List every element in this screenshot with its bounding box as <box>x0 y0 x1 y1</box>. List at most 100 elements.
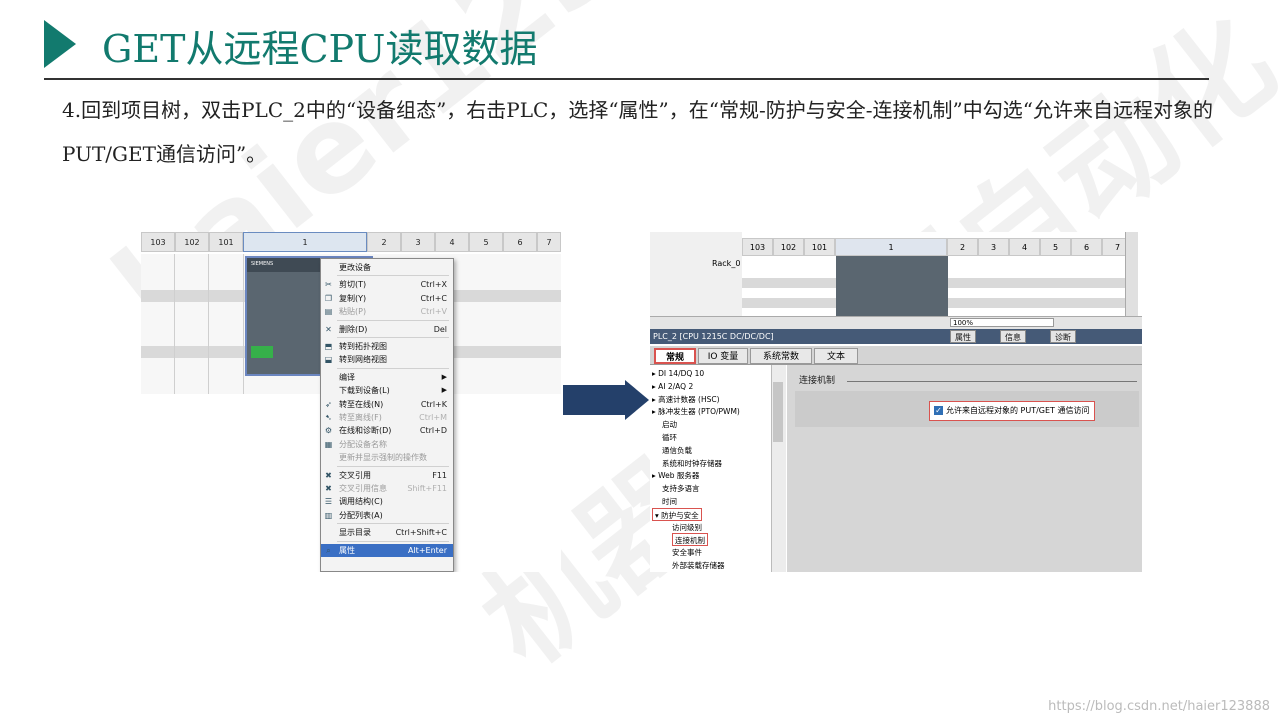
nav-item[interactable]: ▾ 防护与安全 <box>652 507 702 521</box>
menu-item[interactable]: ⬓ 转到网络视图 <box>321 353 453 366</box>
menu-item-shortcut: Ctrl+D <box>419 426 447 436</box>
nav-item[interactable]: 循环 <box>662 431 677 444</box>
topology-icon: ⬒ <box>324 342 333 351</box>
slot-header-103[interactable]: 103 <box>141 232 175 252</box>
device-view-margin <box>650 232 742 326</box>
menu-separator <box>337 540 449 542</box>
nav-item[interactable]: ▸ DI 14/DQ 10 <box>652 367 704 380</box>
tab-texts[interactable]: 文本 <box>814 348 858 364</box>
menu-item[interactable]: ☰ 调用结构(C) <box>321 495 453 508</box>
nav-item[interactable]: 时间 <box>662 495 677 508</box>
menu-item-shortcut: Ctrl+Shift+C <box>395 528 447 538</box>
slot-header-6[interactable]: 6 <box>503 232 537 252</box>
inspector-header: PLC_2 [CPU 1215C DC/DC/DC] 属性 信息 诊断 <box>650 329 1142 344</box>
scissors-icon: ✂ <box>325 280 332 290</box>
slot-header-103[interactable]: 103 <box>742 238 773 256</box>
nav-item[interactable]: 系统和时钟存储器 <box>662 457 722 470</box>
menu-item[interactable]: ✕ 删除(D) Del <box>321 323 453 336</box>
menu-item-label: 剪切(T) <box>339 280 367 290</box>
menu-item[interactable]: ❐ 复制(Y) Ctrl+C <box>321 292 453 305</box>
menu-item-label: 编译 <box>339 372 355 382</box>
menu-item[interactable]: 编译 ▶ <box>321 371 453 384</box>
nav-item[interactable]: 支持多语言 <box>662 482 700 495</box>
menu-item[interactable]: ✂ 剪切(T) Ctrl+X <box>321 278 453 291</box>
menu-item-label: 更新并显示强制的操作数 <box>339 453 427 463</box>
nav-item[interactable]: 外部装载存储器 <box>672 559 725 572</box>
rack-label: Rack_0 <box>712 259 741 268</box>
nav-item-label: AI 2/AQ 2 <box>658 381 694 391</box>
menu-item[interactable]: ✖ 交叉引用信息 Shift+F11 <box>321 482 453 495</box>
tab-general[interactable]: 常规 <box>654 348 696 364</box>
tab-system-constants[interactable]: 系统常数 <box>750 348 812 364</box>
tab-properties[interactable]: 属性 <box>950 330 976 343</box>
vertical-scrollbar[interactable] <box>1125 232 1138 316</box>
nav-item[interactable]: 连接机制 <box>672 533 708 547</box>
nav-item-label: 支持多语言 <box>662 484 700 494</box>
slot-header-6[interactable]: 6 <box>1071 238 1102 256</box>
menu-item[interactable]: ▦ 分配设备名称 <box>321 438 453 451</box>
rack-divider <box>174 254 175 394</box>
nav-item[interactable]: 访问级别 <box>672 521 702 534</box>
section-divider <box>847 381 1137 382</box>
menu-item[interactable]: ▥ 分配列表(A) <box>321 509 453 522</box>
menu-item[interactable]: ▤ 粘贴(P) Ctrl+V <box>321 305 453 318</box>
menu-item[interactable]: ⌕ 属性 Alt+Enter <box>321 543 453 557</box>
slot-header-2[interactable]: 2 <box>367 232 401 252</box>
tab-diagnostics[interactable]: 诊断 <box>1050 330 1076 343</box>
tab-io-tags[interactable]: IO 变量 <box>698 348 748 364</box>
nav-item[interactable]: ▸ AI 2/AQ 2 <box>652 380 693 393</box>
page-title: GET从远程CPU读取数据 <box>102 27 538 71</box>
menu-item[interactable]: 更新并显示强制的操作数 <box>321 451 453 464</box>
nav-item[interactable]: 安全事件 <box>672 546 702 559</box>
slot-header-102[interactable]: 102 <box>773 238 804 256</box>
menu-item-label: 分配设备名称 <box>339 439 387 449</box>
slot-header-row: 103 102 101 1 2 3 4 5 6 7 <box>141 232 561 254</box>
nav-item[interactable]: 启动 <box>662 418 677 431</box>
slot-header-2[interactable]: 2 <box>947 238 978 256</box>
slot-header-101[interactable]: 101 <box>804 238 835 256</box>
nav-item-label: Web 服务器 <box>658 471 700 481</box>
menu-item-shortcut: Ctrl+C <box>420 293 447 303</box>
menu-item[interactable]: 下载到设备(L) ▶ <box>321 384 453 397</box>
slot-header-5[interactable]: 5 <box>1040 238 1071 256</box>
slot-header-1[interactable]: 1 <box>835 238 947 256</box>
slot-header-7[interactable]: 7 <box>537 232 561 252</box>
slot-header-5[interactable]: 5 <box>469 232 503 252</box>
menu-item-label: 更改设备 <box>339 263 371 272</box>
menu-item-label: 交叉引用 <box>339 470 371 480</box>
cross-ref-info-icon: ✖ <box>325 484 332 493</box>
nav-item-label: 连接机制 <box>675 536 705 546</box>
properties-icon: ⌕ <box>326 545 331 555</box>
menu-item[interactable]: ➷ 转至离线(F) Ctrl+M <box>321 411 453 424</box>
tab-info[interactable]: 信息 <box>1000 330 1026 343</box>
zoom-select[interactable]: 100% <box>950 318 1054 327</box>
slot-header-101[interactable]: 101 <box>209 232 243 252</box>
slot-header-3[interactable]: 3 <box>978 238 1009 256</box>
menu-item[interactable]: ➶ 转至在线(N) Ctrl+K <box>321 398 453 411</box>
nav-scrollbar-thumb[interactable] <box>773 382 783 442</box>
menu-item[interactable]: 更改设备 <box>321 261 453 274</box>
slot-header-4[interactable]: 4 <box>1009 238 1040 256</box>
view-statusbar: 100% <box>650 316 1142 329</box>
nav-item[interactable]: 通信负载 <box>662 444 692 457</box>
left-screenshot: 103 102 101 1 2 3 4 5 6 7 SIEMENS 更改设备 ✂ 剪切(T) Ctrl+… <box>141 232 561 572</box>
nav-item[interactable]: ▸ 高速计数器 (HSC) <box>652 393 720 406</box>
menu-item-label: 在线和诊断(D) <box>339 426 392 436</box>
slot-header-3[interactable]: 3 <box>401 232 435 252</box>
properties-tabbar: 常规 IO 变量 系统常数 文本 <box>650 346 1142 365</box>
put-get-checkbox[interactable]: ✓ 允许来自远程对象的 PUT/GET 通信访问 <box>929 401 1095 421</box>
menu-item[interactable]: ✖ 交叉引用 F11 <box>321 469 453 482</box>
nav-item-label: 启动 <box>662 420 677 430</box>
nav-item[interactable]: ▸ Web 服务器 <box>652 469 699 482</box>
plc-device[interactable] <box>836 256 948 318</box>
slot-header-102[interactable]: 102 <box>175 232 209 252</box>
rack-divider <box>208 254 209 394</box>
menu-item[interactable]: ⬒ 转到拓扑视图 <box>321 340 453 353</box>
nav-item-label: 循环 <box>662 433 677 442</box>
menu-item[interactable]: 显示目录 Ctrl+Shift+C <box>321 526 453 539</box>
slot-header-4[interactable]: 4 <box>435 232 469 252</box>
menu-item[interactable]: ⚙ 在线和诊断(D) Ctrl+D <box>321 424 453 437</box>
slot-header-1[interactable]: 1 <box>243 232 367 252</box>
nav-item[interactable]: ▸ 脉冲发生器 (PTO/PWM) <box>652 405 740 418</box>
assign-name-icon: ▦ <box>324 439 333 449</box>
